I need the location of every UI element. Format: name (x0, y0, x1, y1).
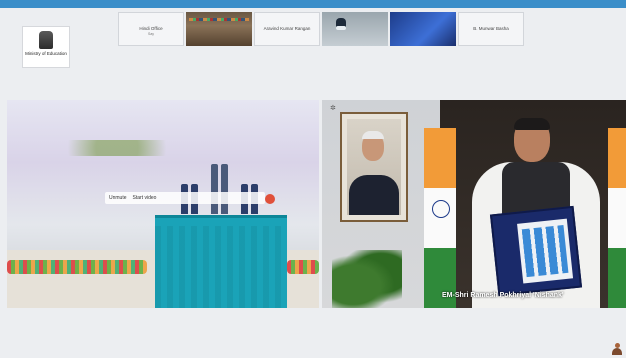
meeting-stage: Ministry of Education Hindi Office Say A… (0, 8, 626, 358)
logo-text: Ministry of Education (25, 51, 67, 56)
participant-mask (336, 26, 346, 30)
india-flag-icon (424, 128, 456, 308)
participant-name: Aravind Kumar Rangan (263, 26, 311, 31)
participant-video-thumb[interactable] (322, 12, 388, 46)
participant-video-thumb[interactable] (186, 12, 252, 46)
participant-sub: Say (147, 32, 155, 36)
main-video-left[interactable]: Unmute Start video (7, 100, 319, 308)
emblem-icon (39, 31, 53, 49)
portrait-hair (362, 131, 384, 139)
india-flag-icon (608, 128, 626, 308)
kit-bottles (517, 218, 574, 284)
flower-bed (287, 260, 319, 274)
record-icon[interactable] (265, 194, 275, 204)
unmute-button[interactable]: Unmute (109, 195, 127, 201)
bottle (221, 164, 228, 214)
product-display (177, 158, 263, 214)
top-strip (0, 0, 626, 8)
display-table (155, 215, 287, 308)
participant-name: Hindi Office (139, 26, 163, 31)
ministry-logo: Ministry of Education (22, 26, 70, 68)
product-kit (489, 205, 583, 297)
portrait-coat (349, 175, 399, 215)
person-icon[interactable] (612, 343, 622, 355)
portrait-frame (340, 112, 408, 222)
speaker-caption: EM-Shri Ramesh Pokhriyal 'Nishank' (442, 292, 564, 299)
start-video-button[interactable]: Start video (133, 195, 157, 201)
participant-name: B. Munwar Basha (473, 26, 509, 31)
meeting-toolbar: Unmute Start video (105, 192, 265, 204)
bottle (211, 164, 218, 214)
pin-icon[interactable]: ✲ (330, 104, 336, 112)
backdrop-foliage (47, 140, 187, 156)
main-video-right[interactable]: ✲ EM-Shri Ramesh Pokhriyal 'Nishank' (322, 100, 626, 308)
participant-tile[interactable]: B. Munwar Basha (458, 12, 524, 46)
potted-plant (332, 250, 402, 308)
speaker-hair (514, 118, 550, 130)
portrait-image (347, 119, 401, 215)
participant-tile[interactable]: Hindi Office Say (118, 12, 184, 46)
flower-bed (7, 260, 147, 274)
participant-video-thumb[interactable] (390, 12, 456, 46)
participant-tile[interactable]: Aravind Kumar Rangan (254, 12, 320, 46)
